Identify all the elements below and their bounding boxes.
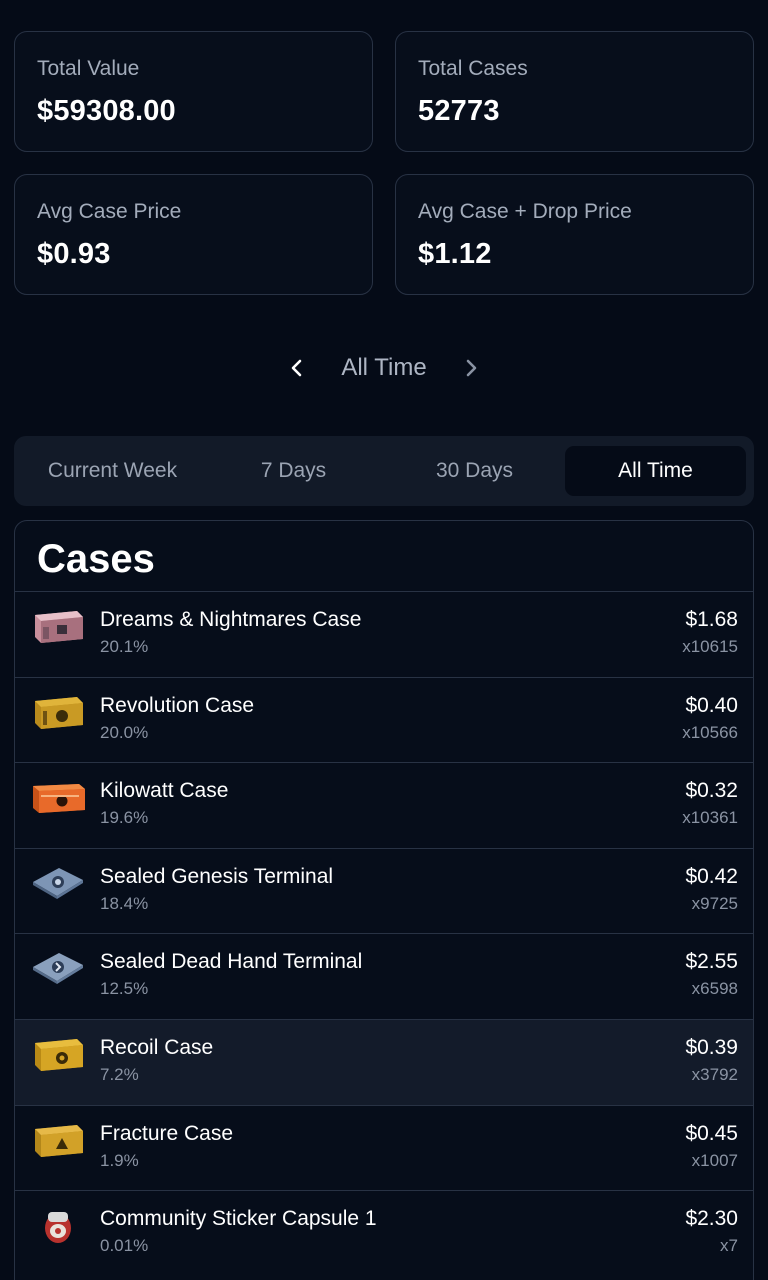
- case-quantity: x10615: [682, 637, 738, 656]
- case-list: Dreams & Nightmares Case 20.1% $1.68 x10…: [15, 591, 753, 1276]
- case-price: $0.45: [685, 1121, 738, 1145]
- next-period-button[interactable]: [449, 346, 493, 390]
- case-percentage: 19.6%: [100, 808, 149, 828]
- case-row[interactable]: Fracture Case 1.9% $0.45 x1007: [15, 1104, 753, 1191]
- recoil-case-icon: [35, 1038, 83, 1071]
- fracture-case-icon: [35, 1124, 83, 1157]
- avg-case-drop-price-card: Avg Case + Drop Price $1.12: [395, 174, 754, 295]
- case-quantity: x6598: [691, 979, 738, 999]
- cases-panel: Cases Dreams & Nightmares Case 20.1% $1.…: [14, 520, 754, 1280]
- total-cases-card: Total Cases 52773: [395, 31, 754, 152]
- case-quantity: x9725: [691, 893, 738, 913]
- sealed-genesis-terminal-icon: [33, 867, 83, 899]
- stats-grid: Total Value $59308.00 Total Cases 52773 …: [14, 31, 754, 295]
- case-name: Sealed Dead Hand Terminal: [100, 950, 363, 974]
- case-row[interactable]: Revolution Case 20.0% $0.40 x10566: [15, 676, 753, 763]
- case-percentage: 7.2%: [100, 1064, 139, 1084]
- tab-all-time[interactable]: All Time: [565, 446, 746, 496]
- chevron-right-icon: [466, 359, 476, 377]
- total-cases-amount: 52773: [418, 95, 500, 127]
- case-row[interactable]: Recoil Case 7.2% $0.39 x3792: [15, 1018, 753, 1105]
- case-name: Kilowatt Case: [100, 779, 229, 803]
- case-name: Community Sticker Capsule 1: [100, 1207, 377, 1231]
- previous-period-button[interactable]: [275, 346, 319, 390]
- case-name: Fracture Case: [100, 1121, 234, 1145]
- case-price: $1.68: [685, 608, 738, 631]
- tab-30-days[interactable]: 30 Days: [384, 446, 565, 496]
- tab-7-days[interactable]: 7 Days: [203, 446, 384, 496]
- case-row[interactable]: Sealed Genesis Terminal 18.4% $0.42 x972…: [15, 847, 753, 934]
- case-price: $0.32: [685, 779, 738, 803]
- avg-case-drop-price-label: Avg Case + Drop Price: [418, 200, 632, 223]
- avg-case-drop-price-amount: $1.12: [418, 238, 492, 270]
- revolution-case-icon: [35, 696, 83, 729]
- sealed-dead-hand-terminal-icon: [33, 953, 83, 985]
- cases-title: Cases: [37, 537, 155, 581]
- case-percentage: 12.5%: [100, 979, 149, 999]
- total-value-label: Total Value: [37, 57, 140, 80]
- case-name: Dreams & Nightmares Case: [100, 608, 362, 631]
- period-navigator: All Time: [0, 340, 768, 396]
- stats-page: Total Value $59308.00 Total Cases 52773 …: [0, 0, 768, 1280]
- total-cases-label: Total Cases: [418, 57, 528, 80]
- sticker-capsule-icon: [45, 1212, 71, 1244]
- case-price: $0.42: [685, 864, 738, 888]
- case-percentage: 18.4%: [100, 893, 149, 913]
- case-percentage: 0.01%: [100, 1236, 149, 1256]
- time-range-tabs: Current Week 7 Days 30 Days All Time: [14, 436, 754, 506]
- kilowatt-case-icon: [33, 784, 85, 814]
- case-row[interactable]: Kilowatt Case 19.6% $0.32 x10361: [15, 762, 753, 848]
- tab-current-week[interactable]: Current Week: [22, 446, 203, 496]
- chevron-left-icon: [292, 359, 302, 377]
- avg-case-price-label: Avg Case Price: [37, 200, 182, 223]
- case-quantity: x7: [720, 1236, 738, 1256]
- case-quantity: x3792: [691, 1064, 738, 1084]
- case-row[interactable]: Dreams & Nightmares Case 20.1% $1.68 x10…: [15, 591, 753, 677]
- case-percentage: 1.9%: [100, 1150, 139, 1170]
- case-quantity: x1007: [691, 1150, 738, 1170]
- case-quantity: x10566: [682, 722, 738, 742]
- case-price: $2.55: [685, 950, 738, 974]
- total-value-amount: $59308.00: [37, 95, 176, 127]
- avg-case-price-amount: $0.93: [37, 238, 111, 270]
- case-row[interactable]: Sealed Dead Hand Terminal 12.5% $2.55 x6…: [15, 933, 753, 1019]
- case-name: Recoil Case: [100, 1035, 214, 1059]
- total-value-card: Total Value $59308.00: [14, 31, 373, 152]
- case-price: $2.30: [685, 1207, 738, 1231]
- case-percentage: 20.0%: [100, 722, 149, 742]
- case-row[interactable]: Community Sticker Capsule 1 0.01% $2.30 …: [15, 1190, 753, 1276]
- case-price: $0.39: [685, 1035, 738, 1059]
- case-quantity: x10361: [682, 808, 738, 828]
- case-name: Revolution Case: [100, 693, 255, 717]
- case-name: Sealed Genesis Terminal: [100, 864, 334, 888]
- avg-case-price-card: Avg Case Price $0.93: [14, 174, 373, 295]
- period-label: All Time: [341, 354, 427, 381]
- case-percentage: 20.1%: [100, 637, 149, 656]
- case-price: $0.40: [685, 693, 738, 717]
- dreams-nightmares-case-icon: [35, 611, 83, 643]
